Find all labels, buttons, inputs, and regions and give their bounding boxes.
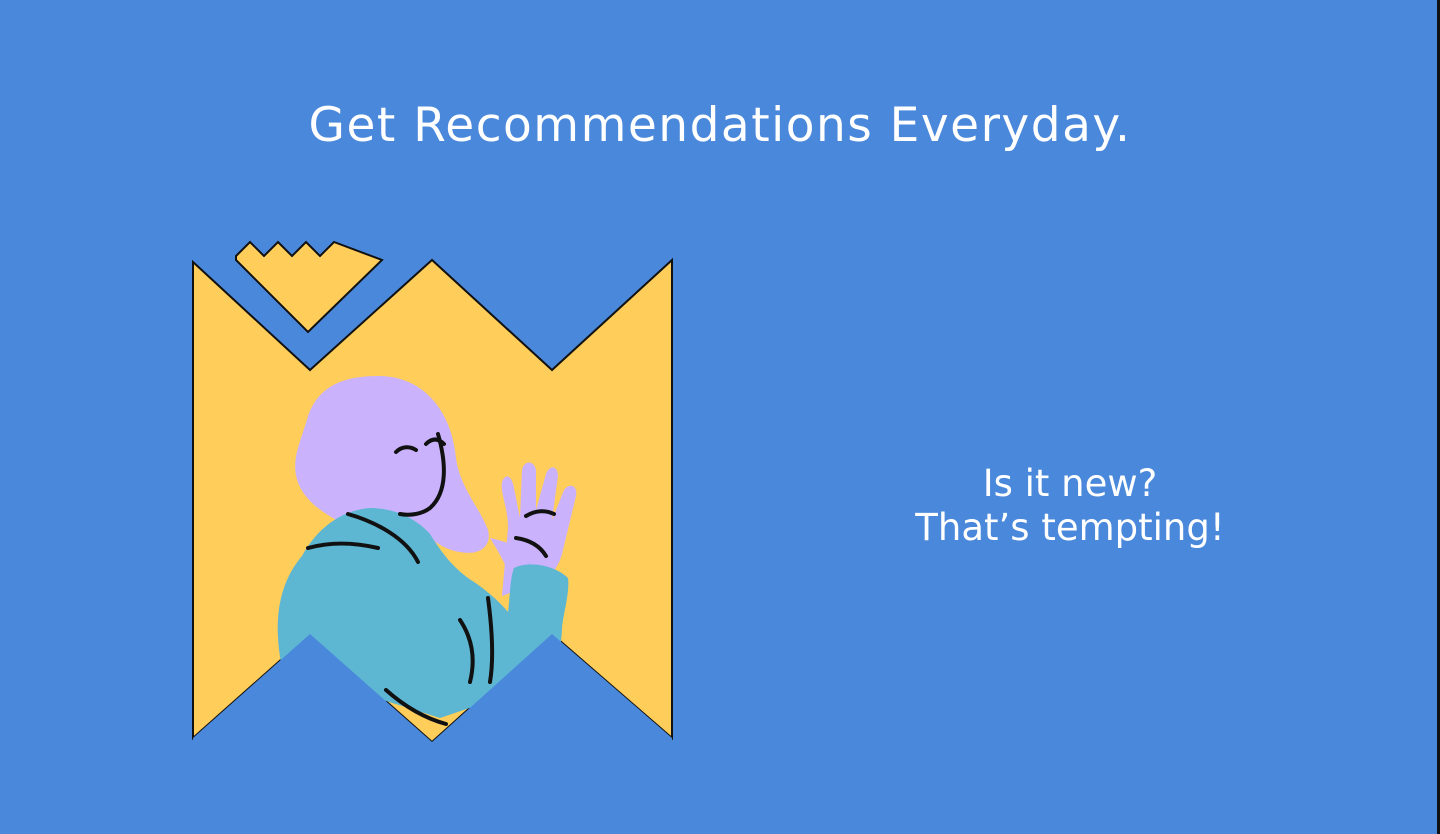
page-title: Get Recommendations Everyday. [308,98,1132,153]
tagline-line-1: Is it new? [982,462,1158,505]
tagline-line-2: That’s tempting! [915,506,1225,549]
tagline: Is it new? That’s tempting! [870,462,1270,550]
hero-illustration [190,238,676,742]
crown-shape [235,240,384,334]
